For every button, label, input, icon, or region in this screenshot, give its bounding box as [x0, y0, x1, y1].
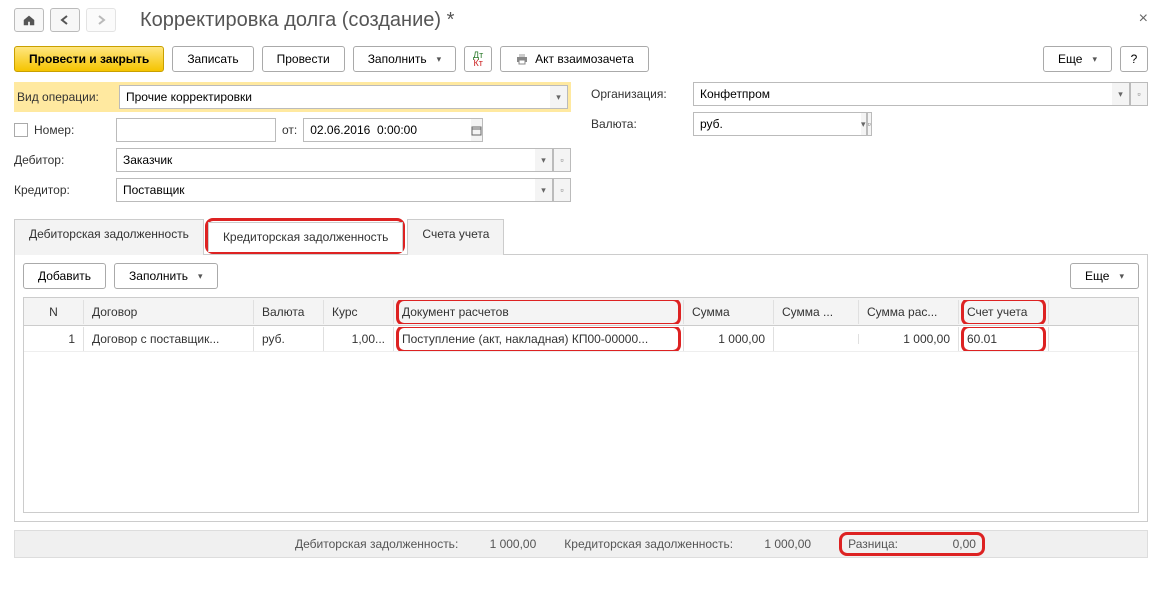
col-sum3: Сумма рас... — [859, 300, 959, 324]
page-title: Корректировка долга (создание) * — [140, 9, 454, 32]
save-button[interactable]: Записать — [172, 46, 253, 72]
data-table: N Договор Валюта Курс Документ расчетов … — [23, 297, 1139, 513]
tab-accounts[interactable]: Счета учета — [407, 219, 504, 255]
table-row[interactable]: 1 Договор с поставщик... руб. 1,00... По… — [24, 326, 1138, 352]
creditor-open[interactable]: ▫ — [553, 178, 571, 202]
add-row-button[interactable]: Добавить — [23, 263, 106, 289]
cell-sum: 1 000,00 — [684, 327, 774, 351]
table-header: N Договор Валюта Курс Документ расчетов … — [24, 298, 1138, 326]
col-sum: Сумма — [684, 300, 774, 324]
operation-dropdown[interactable]: ▾ — [550, 85, 568, 109]
operation-label: Вид операции: — [17, 90, 113, 104]
col-n: N — [24, 300, 84, 324]
footer-debit-value: 1 000,00 — [466, 537, 536, 551]
creditor-dropdown[interactable]: ▾ — [535, 178, 553, 202]
offset-act-button[interactable]: Акт взаимозачета — [500, 46, 649, 72]
back-button[interactable] — [50, 8, 80, 32]
post-button[interactable]: Провести — [262, 46, 345, 72]
cell-n: 1 — [24, 327, 84, 351]
home-icon — [22, 13, 36, 27]
help-button[interactable]: ? — [1120, 46, 1148, 72]
col-currency: Валюта — [254, 300, 324, 324]
currency-input[interactable] — [693, 112, 861, 136]
fill-button[interactable]: Заполнить — [353, 46, 456, 72]
footer-diff-label: Разница: — [848, 537, 898, 551]
number-input[interactable] — [116, 118, 276, 142]
close-button[interactable]: × — [1139, 10, 1148, 28]
debtor-input[interactable] — [116, 148, 535, 172]
lines-icon[interactable] — [14, 123, 28, 137]
tab-credit[interactable]: Кредиторская задолженность — [208, 222, 403, 252]
more-button[interactable]: Еще — [1043, 46, 1112, 72]
cell-doc: Поступление (акт, накладная) КП00-00000.… — [394, 327, 684, 351]
org-open[interactable]: ▫ — [1130, 82, 1148, 106]
col-doc: Документ расчетов — [394, 300, 684, 324]
forward-button[interactable] — [86, 8, 116, 32]
operation-input[interactable] — [119, 85, 550, 109]
post-close-button[interactable]: Провести и закрыть — [14, 46, 164, 72]
arrow-left-icon — [59, 14, 71, 26]
home-button[interactable] — [14, 8, 44, 32]
org-label: Организация: — [591, 87, 687, 101]
cell-rate: 1,00... — [324, 327, 394, 351]
cell-currency: руб. — [254, 327, 324, 351]
dtkt-button[interactable]: ДтКт — [464, 46, 492, 72]
currency-label: Валюта: — [591, 117, 687, 131]
col-sum2: Сумма ... — [774, 300, 859, 324]
currency-open[interactable]: ▫ — [867, 112, 872, 136]
footer-credit-value: 1 000,00 — [741, 537, 811, 551]
footer-diff-value: 0,00 — [906, 537, 976, 551]
debtor-dropdown[interactable]: ▾ — [535, 148, 553, 172]
col-contract: Договор — [84, 300, 254, 324]
arrow-right-icon — [95, 14, 107, 26]
calendar-button[interactable] — [471, 118, 483, 142]
number-label: Номер: — [34, 123, 110, 137]
dtkt-icon: ДтКт — [473, 51, 483, 67]
org-dropdown[interactable]: ▾ — [1112, 82, 1130, 106]
table-more-button[interactable]: Еще — [1070, 263, 1139, 289]
calendar-icon — [471, 125, 482, 136]
footer-debit-label: Дебиторская задолженность: — [295, 537, 458, 551]
cell-account: 60.01 — [959, 327, 1049, 351]
printer-icon — [515, 53, 529, 65]
cell-sum2 — [774, 334, 859, 344]
cell-sum3: 1 000,00 — [859, 327, 959, 351]
org-input[interactable] — [693, 82, 1112, 106]
tabs: Дебиторская задолженность Кредиторская з… — [14, 218, 1148, 255]
date-label: от: — [282, 123, 297, 137]
col-account: Счет учета — [959, 300, 1049, 324]
cell-contract: Договор с поставщик... — [84, 327, 254, 351]
col-rate: Курс — [324, 300, 394, 324]
debtor-label: Дебитор: — [14, 153, 110, 167]
footer-credit-label: Кредиторская задолженность: — [564, 537, 733, 551]
creditor-label: Кредитор: — [14, 183, 110, 197]
status-bar: Дебиторская задолженность: 1 000,00 Кред… — [14, 530, 1148, 558]
debtor-open[interactable]: ▫ — [553, 148, 571, 172]
creditor-input[interactable] — [116, 178, 535, 202]
date-input[interactable] — [303, 118, 471, 142]
fill-rows-button[interactable]: Заполнить — [114, 263, 217, 289]
tab-debit[interactable]: Дебиторская задолженность — [14, 219, 204, 255]
